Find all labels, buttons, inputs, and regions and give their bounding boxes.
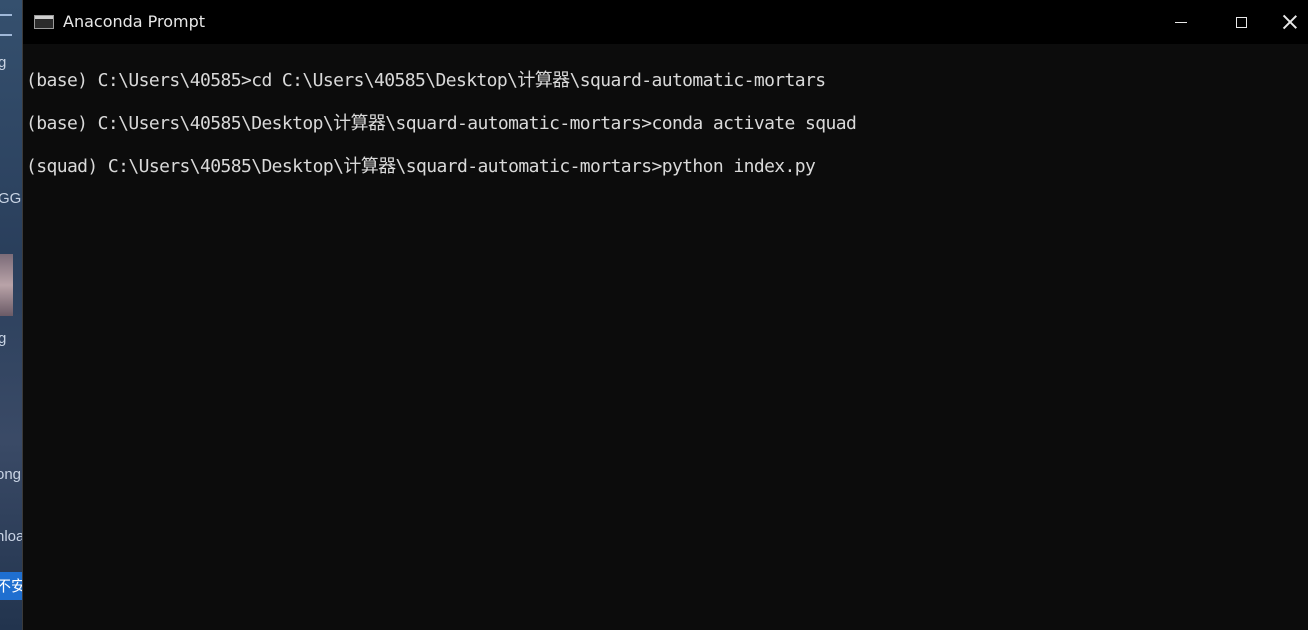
- desktop-peek-text: 不安: [0, 578, 24, 595]
- maximize-button[interactable]: [1211, 0, 1271, 44]
- desktop-thumbnail: [0, 254, 13, 316]
- console-line: (base) C:\Users\40585>cd C:\Users\40585\…: [26, 70, 826, 91]
- desktop-peek-text: ong: [0, 466, 22, 483]
- minimize-button[interactable]: [1151, 0, 1211, 44]
- console-icon[interactable]: [34, 15, 54, 29]
- title-bar[interactable]: Anaconda Prompt: [23, 0, 1308, 44]
- window-title: Anaconda Prompt: [63, 12, 206, 31]
- console-line: (squad) C:\Users\40585\Desktop\计算器\squar…: [26, 156, 816, 177]
- desktop-peek-text: g: [0, 54, 7, 71]
- minimize-icon: [1175, 21, 1187, 23]
- console-line: (base) C:\Users\40585\Desktop\计算器\squard…: [26, 113, 857, 134]
- close-button[interactable]: [1271, 0, 1308, 44]
- desktop-peek-text: g: [0, 330, 7, 347]
- menu-icon: [0, 14, 12, 36]
- desktop-peek-text: GG: [0, 190, 22, 207]
- console-output[interactable]: (base) C:\Users\40585>cd C:\Users\40585\…: [23, 44, 1308, 630]
- maximize-icon: [1235, 16, 1247, 28]
- desktop-background: g GG g ong nloa 不安: [0, 0, 24, 630]
- anaconda-prompt-window: Anaconda Prompt (base) C:\Users\40585>cd…: [22, 0, 1308, 630]
- desktop-peek-text: nloa: [0, 528, 24, 545]
- close-icon: [1283, 15, 1297, 29]
